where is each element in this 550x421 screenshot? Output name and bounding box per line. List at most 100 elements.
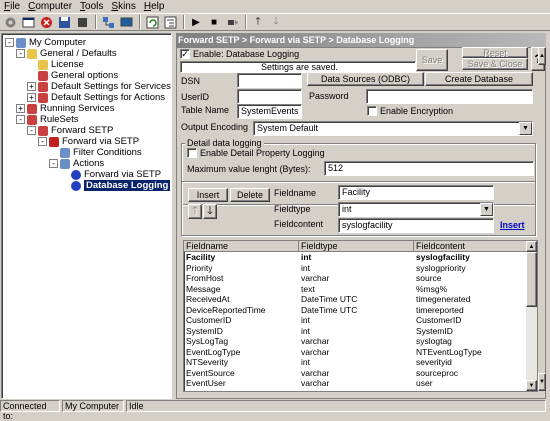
table-row[interactable]: EventCategoryintcategory — [184, 389, 537, 392]
dsn-input[interactable] — [237, 73, 302, 88]
panel-scroll-up[interactable]: ▲ — [538, 47, 546, 65]
arrow-up-icon[interactable]: 🡑 — [250, 15, 266, 29]
network-icon[interactable] — [100, 15, 116, 29]
encoding-label: Output Encoding — [181, 122, 249, 132]
table-row[interactable]: SystemID int SystemID — [184, 326, 537, 337]
expand-icon[interactable]: + — [27, 93, 36, 102]
column-header[interactable]: Fieldcontent — [414, 241, 527, 252]
table-row[interactable]: EventSource varchar sourceproc — [184, 368, 537, 379]
table-row[interactable]: NTSeverity int severityid — [184, 357, 537, 368]
table-cell: DeviceReportedTime — [186, 304, 266, 315]
save-button[interactable]: Save — [416, 49, 448, 71]
panel-scroll-down[interactable]: ▼ — [538, 373, 546, 391]
table-row[interactable]: EventUser varchar user — [184, 378, 537, 389]
move-down-button[interactable]: 🡓 — [203, 204, 217, 219]
fieldcontent-input[interactable]: syslogfacility — [338, 218, 494, 233]
computer-icon — [16, 37, 26, 48]
detail-checkbox[interactable] — [187, 148, 197, 158]
enable-checkbox[interactable]: ✓ — [180, 49, 190, 59]
collapse-icon[interactable]: - — [5, 38, 14, 47]
fieldtype-select[interactable]: int ▼ — [338, 202, 494, 217]
collapse-icon[interactable]: - — [16, 115, 25, 124]
table-row[interactable]: Message text %msg% — [184, 284, 537, 295]
collapse-icon[interactable]: - — [16, 49, 25, 58]
tree-item[interactable]: - Forward via SETP — [38, 136, 139, 147]
stop-small-icon[interactable]: ■ — [206, 15, 222, 29]
fieldcontent-label: Fieldcontent — [274, 219, 324, 229]
play-icon[interactable]: ▶ — [188, 15, 204, 29]
data-sources-button[interactable]: Data Sources (ODBC) — [307, 72, 424, 86]
monitor-icon[interactable] — [118, 15, 134, 29]
userid-input[interactable] — [237, 89, 302, 104]
menu-file[interactable]: File — [0, 0, 24, 13]
save-icon[interactable] — [56, 15, 72, 29]
reset-button[interactable]: Reset — [462, 47, 528, 58]
table-cell: varchar — [301, 378, 330, 388]
table-row[interactable]: DeviceReportedTime DateTime UTC timereport… — [184, 305, 537, 316]
password-input[interactable] — [366, 89, 533, 104]
table-row[interactable]: Priority int syslogpriority — [184, 263, 537, 274]
tree-item[interactable]: - Forward SETP — [27, 125, 113, 136]
encryption-checkbox[interactable] — [367, 106, 377, 116]
stop-square-icon[interactable] — [74, 15, 90, 29]
table-cell: category — [414, 389, 527, 392]
insert-button[interactable]: Insert — [188, 188, 228, 202]
menu-help[interactable]: Help — [140, 0, 169, 13]
status-computer: My Computer — [62, 400, 124, 412]
save-close-button[interactable]: Save & Close — [462, 58, 528, 70]
window-icon[interactable] — [20, 15, 36, 29]
table-row[interactable]: FromHost varchar source — [184, 273, 537, 284]
tree-icon[interactable] — [162, 15, 178, 29]
chevron-down-icon[interactable]: ▼ — [519, 122, 532, 135]
refresh-icon[interactable] — [144, 15, 160, 29]
tree-item[interactable]: General options — [27, 70, 118, 81]
table-row[interactable]: CustomerID int CustomerID — [184, 315, 537, 326]
table-cell: Facility — [186, 252, 216, 262]
encoding-select[interactable]: System Default ▼ — [253, 121, 533, 136]
insert-link[interactable]: Insert — [500, 220, 525, 230]
column-header[interactable]: Fieldname — [184, 241, 299, 252]
fieldname-input[interactable]: Facility — [338, 185, 494, 200]
running-icon — [27, 103, 37, 114]
column-header[interactable]: Fieldtype — [299, 241, 414, 252]
scroll-up-button[interactable]: ▲ — [526, 241, 537, 252]
expand-icon[interactable]: + — [16, 104, 25, 113]
chevron-down-icon[interactable]: ▼ — [480, 203, 493, 216]
tree-item[interactable]: - General / Defaults — [16, 48, 117, 59]
tree-item[interactable]: - My Computer — [5, 37, 86, 48]
expand-icon[interactable]: + — [27, 82, 36, 91]
tree-item[interactable]: - Actions — [49, 158, 104, 169]
maxval-input[interactable]: 512 — [324, 161, 534, 176]
tablename-input[interactable]: SystemEvents — [237, 104, 302, 119]
table-cell: EventSource — [186, 367, 235, 378]
tree-item[interactable]: License — [27, 59, 84, 70]
move-up-button[interactable]: 🡑 — [188, 204, 202, 219]
collapse-icon[interactable]: - — [38, 137, 47, 146]
tree-item[interactable]: + Running Services — [16, 103, 114, 114]
menu-tools[interactable]: Tools — [76, 0, 107, 13]
gear-icon[interactable] — [2, 15, 18, 29]
table-cell: SysLogTag — [186, 336, 229, 346]
tree-item[interactable]: Database Logging — [60, 180, 171, 191]
menu-skins[interactable]: Skins — [107, 0, 139, 13]
tree-item[interactable]: Filter Conditions — [49, 147, 142, 158]
tree-item[interactable]: + Default Settings for Actions — [27, 92, 165, 103]
scroll-thumb[interactable] — [526, 252, 537, 307]
collapse-icon[interactable]: - — [49, 159, 58, 168]
scroll-down-button[interactable]: ▼ — [526, 380, 537, 391]
stop-icon[interactable] — [38, 15, 54, 29]
table-row[interactable]: ReceivedAt DateTime UTC timegenerated — [184, 294, 537, 305]
table-row[interactable]: Facility int syslogfacility — [184, 252, 537, 263]
tree-item[interactable]: - RuleSets — [16, 114, 79, 125]
tree-item[interactable]: Forward via SETP — [60, 169, 161, 180]
tree-item[interactable]: + Default Settings for Services — [27, 81, 171, 92]
create-database-button[interactable]: Create Database — [425, 72, 533, 86]
collapse-icon[interactable]: - — [27, 126, 36, 135]
table-row[interactable]: SysLogTag varchar syslogtag — [184, 336, 537, 347]
delete-button[interactable]: Delete — [230, 188, 270, 202]
table-scrollbar[interactable]: ▲ ▼ — [526, 241, 537, 391]
arrow-down-icon[interactable]: 🡓 — [268, 15, 284, 29]
menu-computer[interactable]: Computer — [24, 0, 76, 13]
table-row[interactable]: EventLogType varchar NTEventLogType — [184, 347, 537, 358]
pause-icon[interactable] — [224, 15, 240, 29]
